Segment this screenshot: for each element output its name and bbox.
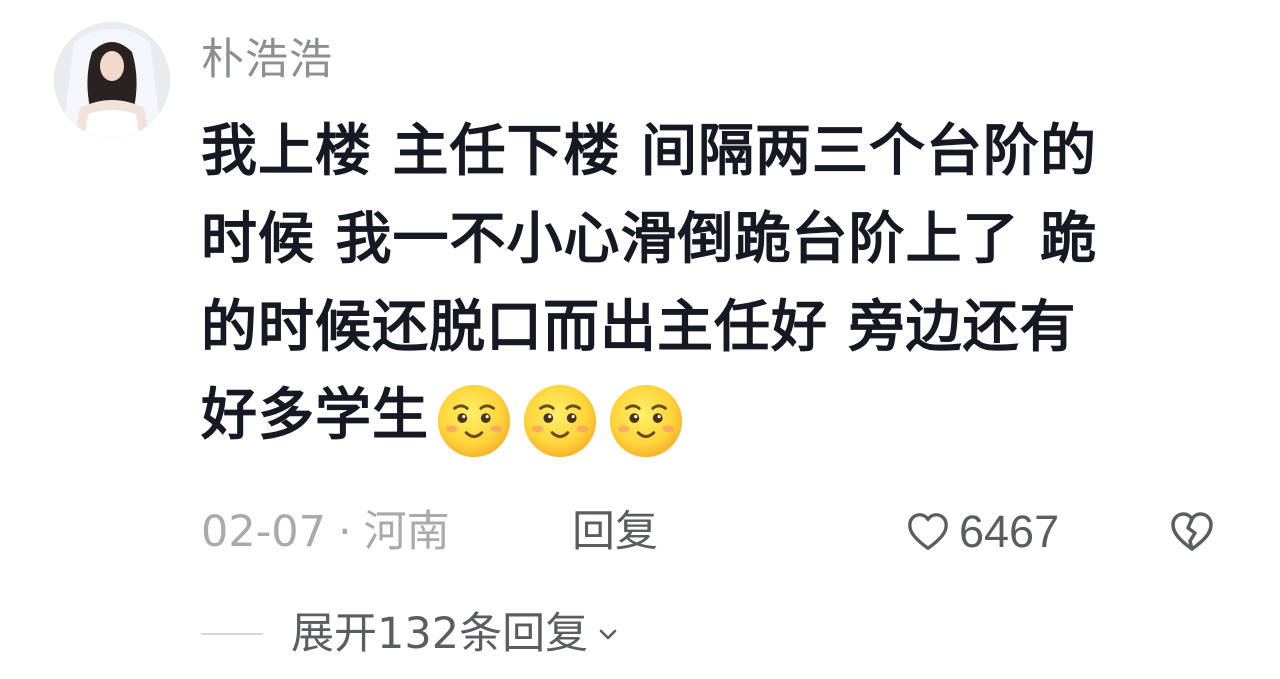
comment-line: 好多学生 (201, 383, 429, 448)
smirk-face-icon (437, 384, 511, 457)
reply-button[interactable]: 回复 (572, 500, 658, 564)
comment-item: 朴浩浩 我上楼 主任下楼 间隔两三个台阶的 时候 我一不小心滑倒跪台阶上了 跪 … (0, 0, 1280, 679)
comment-line: 我上楼 主任下楼 间隔两三个台阶的 (201, 119, 1097, 184)
comment-line-last: 好多学生 (201, 372, 1201, 460)
divider (201, 633, 263, 635)
smirk-face-icon (609, 384, 683, 457)
avatar[interactable] (54, 22, 170, 138)
expand-replies-row: 展开132条回复 (201, 602, 620, 666)
comment-text: 我上楼 主任下楼 间隔两三个台阶的 时候 我一不小心滑倒跪台阶上了 跪 的时候还… (201, 108, 1201, 460)
chevron-down-icon (599, 629, 617, 640)
comment-line: 时候 我一不小心滑倒跪台阶上了 跪 (201, 207, 1097, 272)
smirk-face-icon (523, 384, 597, 457)
comment-line: 的时候还脱口而出主任好 旁边还有 (201, 295, 1077, 360)
emoji-group (435, 372, 693, 460)
comment-date: 02-07 (201, 507, 326, 557)
username[interactable]: 朴浩浩 (201, 28, 333, 92)
broken-heart-icon (1171, 512, 1213, 551)
expand-replies-label: 展开132条回复 (291, 609, 589, 659)
like-button[interactable]: 6467 (905, 500, 1059, 564)
comment-location: 河南 (363, 507, 450, 557)
expand-replies-button[interactable]: 展开132条回复 (291, 602, 620, 666)
meta-separator: · (337, 507, 352, 557)
heart-outline-icon (908, 513, 948, 550)
comment-meta: 02-07 · 河南 (201, 500, 450, 564)
like-count: 6467 (959, 506, 1060, 557)
dislike-button[interactable] (1168, 508, 1216, 556)
avatar-image (54, 22, 170, 138)
